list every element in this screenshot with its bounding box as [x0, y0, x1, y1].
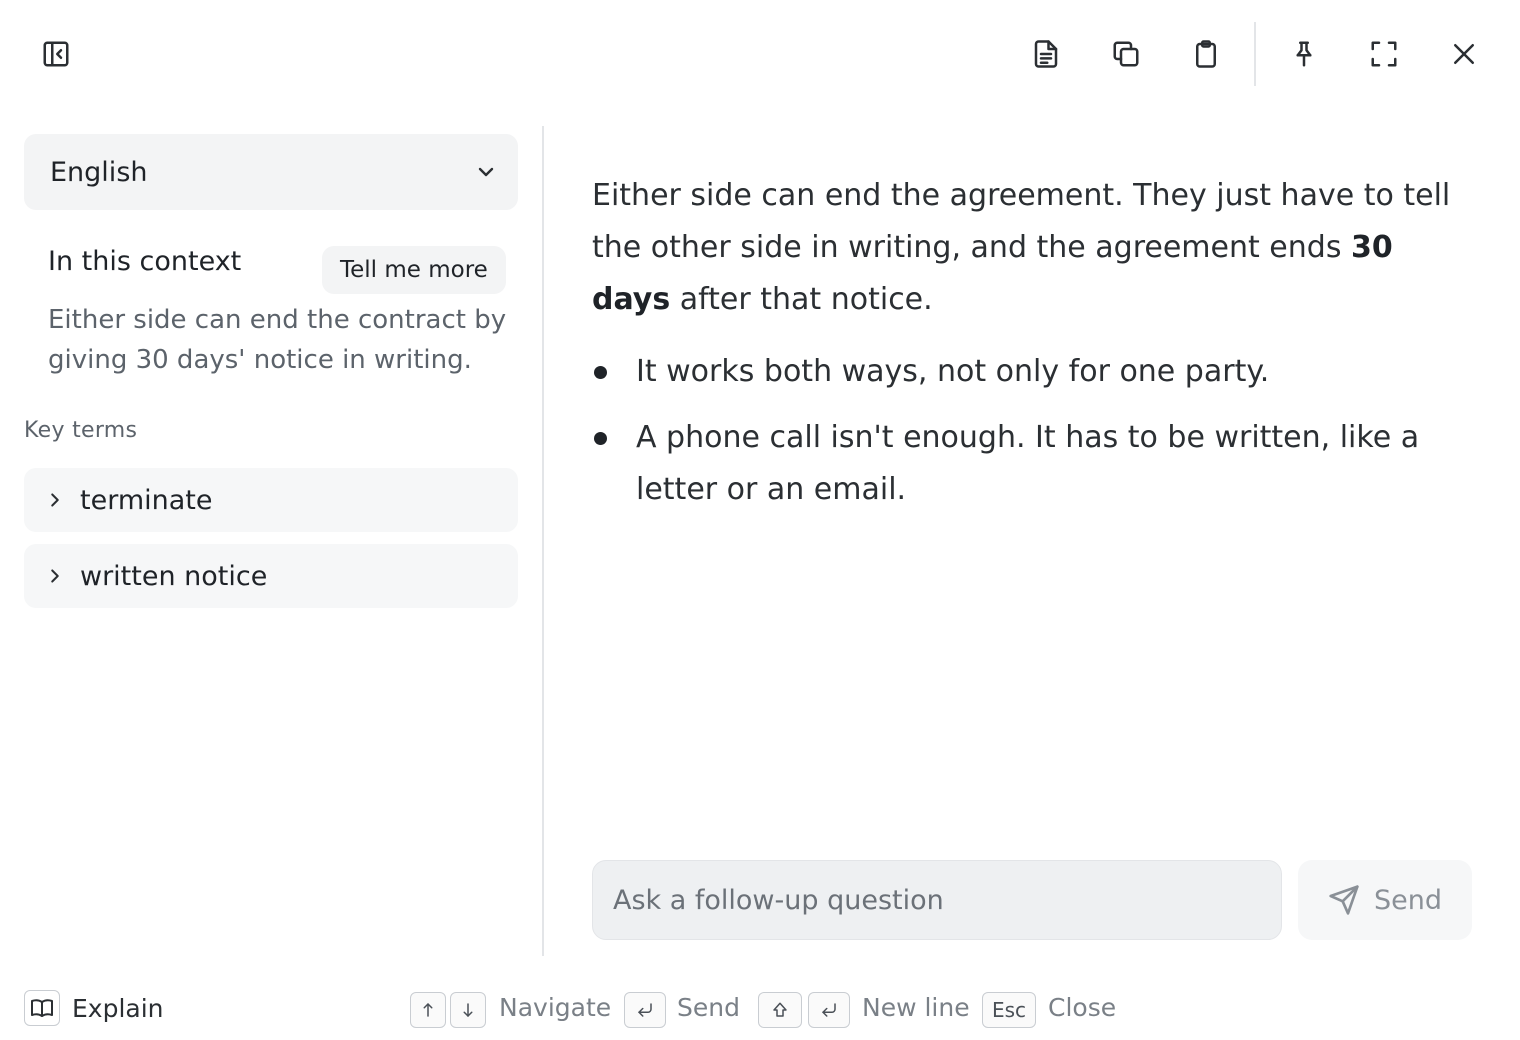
language-select-value: English [50, 156, 148, 188]
answer-intro: Either side can end the agreement. They … [592, 170, 1472, 326]
esc-key: Esc [982, 992, 1036, 1028]
enter-key [624, 992, 666, 1028]
navigate-hint: Navigate [499, 993, 612, 1022]
close-button[interactable] [1442, 32, 1486, 76]
explain-mode-label: Explain [72, 993, 164, 1023]
pin-icon [1296, 41, 1312, 67]
clipboard-button[interactable] [1184, 32, 1228, 76]
send-icon [1329, 885, 1359, 915]
toolbar-divider [1254, 22, 1256, 86]
answer-panel: Either side can end the agreement. They … [592, 170, 1472, 530]
enter-icon [638, 1003, 652, 1017]
chevron-right-icon [51, 493, 59, 507]
shift-key [758, 992, 802, 1028]
explain-mode[interactable]: Explain [24, 990, 164, 1026]
followup-input[interactable] [592, 860, 1282, 940]
copy-icon [1113, 41, 1139, 67]
answer-bullets: It works both ways, not only for one par… [592, 346, 1472, 516]
fullscreen-button[interactable] [1362, 32, 1406, 76]
enter-key [808, 992, 850, 1028]
fullscreen-icon [1371, 41, 1397, 67]
clipboard-icon [1196, 40, 1216, 68]
shift-icon [773, 1002, 787, 1017]
document-icon [1034, 40, 1058, 68]
chevron-down-icon [478, 167, 494, 177]
context-summary: Either side can end the contract by givi… [48, 305, 507, 375]
tell-me-more-button[interactable]: Tell me more [322, 246, 506, 294]
chevron-right-icon [51, 569, 59, 583]
book-icon [24, 990, 60, 1026]
context-heading: In this context [48, 246, 242, 277]
close-hint: Close [1048, 993, 1117, 1022]
new-line-hint: New line [862, 993, 970, 1022]
view-document-button[interactable] [1024, 32, 1068, 76]
key-terms-heading: Key terms [24, 418, 138, 443]
arrow-down-icon [463, 1003, 473, 1017]
key-term-label: written notice [80, 560, 268, 592]
close-icon [1454, 44, 1474, 64]
answer-intro-text: Either side can end the agreement. They … [592, 178, 1451, 265]
answer-bullet: A phone call isn't enough. It has to be … [592, 412, 1472, 516]
send-button-label: Send [1373, 884, 1442, 916]
send-button[interactable]: Send [1298, 860, 1472, 940]
sidebar-collapse-icon [43, 41, 69, 67]
pin-button[interactable] [1282, 32, 1326, 76]
key-term-terminate[interactable]: terminate [24, 468, 518, 532]
arrow-up-icon [423, 1003, 433, 1017]
answer-intro-text-end: after that notice. [670, 282, 933, 317]
column-divider [542, 126, 544, 956]
key-term-label: terminate [80, 484, 213, 516]
enter-icon [822, 1003, 836, 1017]
copy-button[interactable] [1104, 32, 1148, 76]
arrow-up-key [410, 992, 446, 1028]
send-hint: Send [677, 993, 740, 1022]
key-term-written-notice[interactable]: written notice [24, 544, 518, 608]
answer-bullet: It works both ways, not only for one par… [592, 346, 1472, 398]
language-select[interactable]: English [24, 134, 518, 210]
collapse-sidebar-button[interactable] [34, 32, 78, 76]
arrow-down-key [450, 992, 486, 1028]
